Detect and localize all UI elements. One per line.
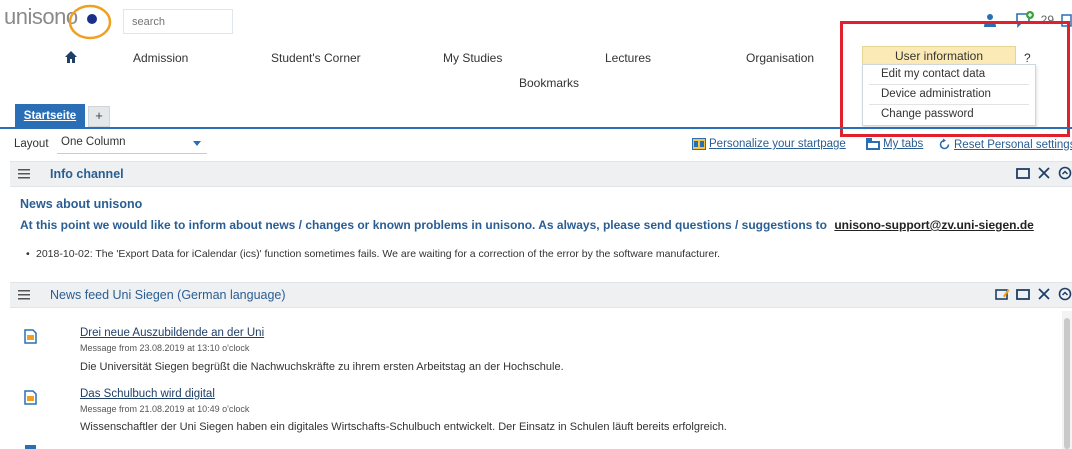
chat-plus-icon[interactable] (1015, 11, 1035, 29)
help-link[interactable]: ? (1024, 51, 1031, 65)
tab-startseite[interactable]: Startseite (15, 104, 85, 129)
my-tabs-link[interactable]: My tabs (866, 138, 923, 150)
reset-settings-link[interactable]: Reset Personal settings (938, 138, 1072, 151)
feed-item-title[interactable]: Das Schulbuch wird digital (80, 388, 215, 400)
menu-separator (869, 84, 1029, 85)
rss-item-icon (24, 329, 37, 344)
notification-count: 29 (1040, 13, 1054, 27)
caret-down-icon[interactable] (193, 141, 201, 146)
feed-item-text: Die Universität Siegen begrüßt die Nachw… (80, 361, 564, 373)
logo-ring-icon (68, 4, 112, 40)
news-feed-panel-header: News feed Uni Siegen (German language) (10, 282, 1072, 308)
unisono-logo[interactable]: unisono (4, 4, 114, 40)
nav-students-corner[interactable]: Student's Corner (271, 51, 361, 65)
feed-item-date: Message from 21.08.2019 at 10:49 o'clock (80, 404, 250, 414)
layout-label: Layout (14, 138, 49, 150)
menu-item-edit-contact[interactable]: Edit my contact data (881, 68, 985, 80)
close-icon[interactable] (1037, 166, 1051, 180)
collapse-icon[interactable] (1058, 287, 1072, 301)
personalize-startpage-link[interactable]: Personalize your startpage (692, 138, 846, 150)
top-right-toolbar: 29 (983, 10, 1072, 30)
feed-item-date: Message from 23.08.2019 at 13:10 o'clock (80, 343, 250, 353)
tabs-icon (866, 138, 880, 150)
menu-item-device-administration[interactable]: Device administration (881, 88, 991, 100)
info-channel-title: Info channel (50, 167, 124, 181)
nav-organisation[interactable]: Organisation (746, 51, 814, 65)
hamburger-icon[interactable] (18, 289, 30, 300)
nav-lectures[interactable]: Lectures (605, 51, 651, 65)
info-channel-panel-header: Info channel (10, 161, 1072, 187)
maximize-icon[interactable] (1016, 287, 1030, 301)
feed-item-text: Wissenschaftler der Uni Siegen haben ein… (80, 421, 727, 433)
collapse-icon[interactable] (1058, 166, 1072, 180)
nav-admission[interactable]: Admission (133, 51, 188, 65)
layout-select[interactable]: One Column (57, 134, 207, 154)
support-email-link[interactable]: unisono-support@zv.uni-siegen.de (834, 218, 1033, 232)
add-tab-button[interactable]: + (88, 106, 110, 127)
nav-my-studies[interactable]: My Studies (443, 51, 502, 65)
info-bullet: 2018-10-02: The 'Export Data for iCalend… (26, 248, 720, 260)
edit-icon[interactable] (995, 287, 1010, 301)
info-message: At this point we would like to inform ab… (20, 218, 1034, 232)
reset-icon (939, 138, 950, 150)
feed-item-title[interactable]: Drei neue Auszubildende an der Uni (80, 327, 264, 339)
personalize-label: Personalize your startpage (709, 138, 846, 150)
hamburger-icon[interactable] (18, 168, 30, 179)
logout-icon[interactable] (1060, 13, 1072, 27)
news-feed-title: News feed Uni Siegen (German language) (50, 288, 286, 302)
rss-item-icon (24, 390, 37, 405)
home-icon[interactable] (64, 50, 78, 64)
my-tabs-label: My tabs (883, 138, 924, 150)
rss-item-icon (25, 445, 36, 449)
news-about-unisono-heading: News about unisono (20, 197, 143, 211)
nav-bookmarks[interactable]: Bookmarks (519, 76, 579, 90)
close-icon[interactable] (1037, 287, 1051, 301)
info-message-text: At this point we would like to inform ab… (20, 218, 827, 232)
person-icon[interactable] (983, 13, 997, 27)
scrollbar-thumb[interactable] (1064, 318, 1070, 449)
reset-label: Reset Personal settings (954, 138, 1072, 151)
maximize-icon[interactable] (1016, 166, 1030, 180)
search-input[interactable] (123, 9, 233, 34)
personalize-icon (692, 138, 706, 150)
tab-bar (0, 104, 1072, 129)
